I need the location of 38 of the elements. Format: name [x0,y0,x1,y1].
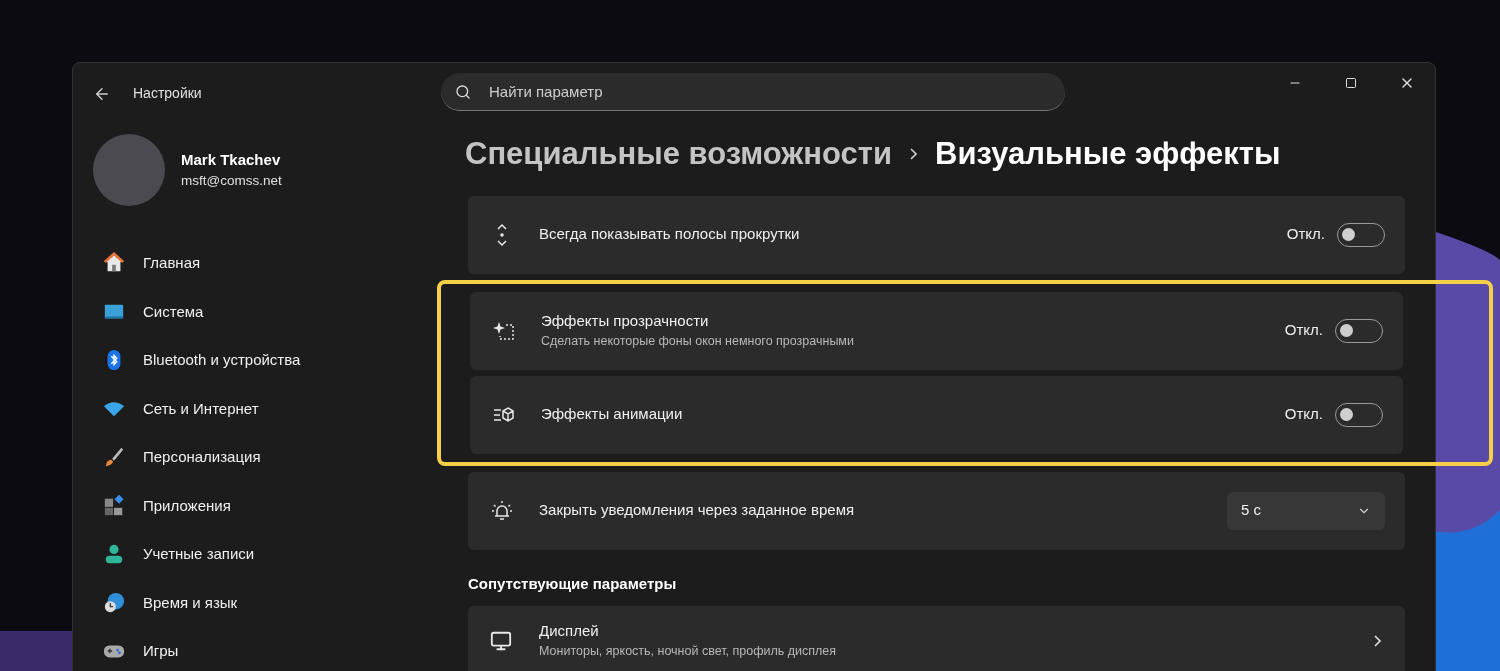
bell-glow-icon [490,498,514,523]
setting-label: Эффекты прозрачности [541,310,710,331]
maximize-icon [1345,77,1357,89]
timeout-dropdown[interactable]: 5 с [1227,491,1385,530]
nav-item[interactable]: Игры [93,628,431,671]
globe-clock-icon [103,591,125,614]
nav-item[interactable]: Главная [93,240,431,287]
related-link-card[interactable]: Дисплей Мониторы, яркость, ночной свет, профиль дисплея [468,605,1405,671]
toggle-state-text: Откл. [1284,404,1323,425]
user-name: Mark Tkachev [181,149,282,170]
setting-description: Сделать некоторые фоны окон немного прозрачными [541,333,855,351]
nav-item[interactable]: Приложения [93,482,431,529]
nav-item[interactable]: Система [93,288,431,335]
nav-item[interactable]: Сеть и Интернет [93,385,431,432]
nav-item[interactable]: Время и язык [93,579,431,626]
search-field[interactable]: Найти параметр [441,73,1065,111]
search-icon [455,84,471,100]
setting-label: Дисплей [539,620,600,641]
setting-label: Всегда показывать полосы прокрутки [539,224,801,245]
chevron-right-icon [1374,634,1381,647]
brush-icon [103,446,125,469]
toggle-state-text: Откл. [1284,320,1323,341]
breadcrumb-parent[interactable]: Специальные возможности [465,131,893,178]
apps-icon [103,494,125,517]
nav-item[interactable]: Персонализация [93,434,431,481]
setting-description: Мониторы, яркость, ночной свет, профиль дисплея [539,643,838,661]
setting-label: Эффекты анимации [541,404,684,425]
chevron-right-icon [910,148,918,161]
wallpaper-corner [0,631,72,671]
nav-item[interactable]: Bluetooth и устройства [93,337,431,384]
user-email: msft@comss.net [181,172,282,191]
setting-label: Закрыть уведомления через заданное время [539,500,856,521]
window-title: Настройки [133,84,202,103]
nav-item[interactable]: Учетные записи [93,531,431,578]
toggle-state-text: Откл. [1286,224,1325,245]
person-icon [103,543,125,566]
section-heading: Сопутствующие параметры [468,574,677,592]
page-title: Визуальные эффекты [935,135,1281,173]
